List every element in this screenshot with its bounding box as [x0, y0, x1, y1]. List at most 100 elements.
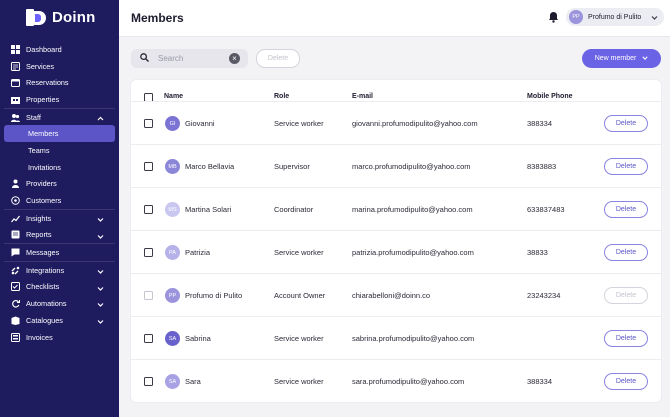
sidebar-item-dashboard[interactable]: Dashboard	[0, 41, 119, 58]
new-member-button[interactable]: New member	[582, 49, 661, 68]
sidebar-item-services[interactable]: Services	[0, 58, 119, 75]
row-checkbox[interactable]	[144, 334, 153, 343]
sidebar-item-staff[interactable]: Staff	[0, 109, 119, 126]
sidebar-item-insights[interactable]: Insights	[0, 210, 119, 227]
user-menu[interactable]: PP Profumo di Pulito	[566, 8, 664, 26]
chevron-down-icon	[651, 13, 658, 22]
chevron-down-icon	[97, 317, 104, 326]
member-role: Coordinator	[274, 205, 314, 214]
sidebar-item-messages[interactable]: Messages	[0, 244, 119, 261]
avatar: MS	[165, 202, 180, 217]
providers-icon	[11, 179, 20, 189]
row-divider	[131, 144, 661, 145]
doinn-logo[interactable]: Doinn	[26, 9, 96, 26]
row-checkbox[interactable]	[144, 162, 153, 171]
sidebar: Doinn Dashboard Services Reservations Pr…	[0, 0, 119, 417]
sidebar-item-catalogues[interactable]: Catalogues	[0, 312, 119, 329]
brand-name: Doinn	[52, 9, 96, 26]
chevron-up-icon	[97, 114, 104, 123]
sidebar-item-teams[interactable]: Teams	[0, 142, 119, 159]
member-name: Marco Bellavia	[185, 162, 235, 171]
column-header-name: Name	[164, 93, 184, 100]
calendar-icon	[11, 78, 20, 88]
messages-icon	[11, 248, 20, 257]
sidebar-item-integrations[interactable]: Integrations	[0, 262, 119, 279]
delete-member-button[interactable]: Delete	[604, 158, 648, 175]
row-divider	[131, 230, 661, 231]
sidebar-item-checklists[interactable]: Checklists	[0, 279, 119, 296]
chevron-down-icon	[97, 300, 104, 309]
sidebar-item-label: Properties	[26, 94, 60, 104]
member-email: chiarabelloni@doinn.co	[352, 291, 431, 300]
sidebar-item-label: Automations	[26, 299, 67, 309]
sidebar-item-label: Customers	[26, 196, 62, 206]
automations-icon	[11, 299, 20, 308]
sidebar-item-reports[interactable]: Reports	[0, 227, 119, 244]
row-checkbox[interactable]	[144, 205, 153, 214]
sidebar-item-invoices[interactable]: Invoices	[0, 329, 119, 346]
reports-icon	[11, 230, 20, 239]
integrations-icon	[11, 266, 20, 275]
delete-member-button[interactable]: Delete	[604, 201, 648, 218]
avatar: PP	[569, 10, 583, 24]
sidebar-item-customers[interactable]: Customers	[0, 192, 119, 209]
row-checkbox[interactable]	[144, 377, 153, 386]
search-box: ×	[131, 49, 248, 68]
dashboard-icon	[11, 44, 20, 54]
sidebar-item-label: Dashboard	[26, 44, 62, 54]
row-divider	[131, 187, 661, 188]
sidebar-item-invitations[interactable]: Invitations	[0, 159, 119, 176]
member-role: Account Owner	[274, 291, 326, 300]
bell-icon[interactable]	[548, 11, 559, 25]
avatar: MB	[165, 159, 180, 174]
sidebar-item-properties[interactable]: Properties	[0, 91, 119, 108]
column-header-phone: Mobile Phone	[527, 93, 573, 100]
catalogues-icon	[11, 316, 20, 325]
sidebar-item-label: Insights	[26, 213, 52, 223]
delete-member-button[interactable]: Delete	[604, 287, 648, 304]
checklists-icon	[11, 282, 20, 292]
clear-icon[interactable]: ×	[229, 53, 240, 64]
member-role: Service worker	[274, 334, 324, 343]
avatar: SA	[165, 374, 180, 389]
sidebar-item-reservations[interactable]: Reservations	[0, 74, 119, 91]
invoices-icon	[11, 332, 20, 342]
chevron-down-icon	[97, 284, 104, 293]
sidebar-item-automations[interactable]: Automations	[0, 295, 119, 312]
member-email: marina.profumodipulito@yahoo.com	[352, 205, 473, 214]
sidebar-item-label: Staff	[26, 112, 41, 122]
member-email: marco.profumodipulito@yahoo.com	[352, 162, 471, 171]
delete-member-button[interactable]: Delete	[604, 330, 648, 347]
sidebar-item-label: Catalogues	[26, 315, 63, 325]
search-input[interactable]	[158, 54, 218, 63]
doinn-logo-icon	[26, 9, 47, 26]
member-name: Profumo di Pulito	[185, 291, 243, 300]
bulk-delete-button[interactable]: Delete	[256, 49, 300, 68]
page-title: Members	[131, 11, 184, 25]
properties-icon	[11, 95, 20, 104]
chevron-down-icon	[97, 232, 104, 241]
avatar: PA	[165, 245, 180, 260]
delete-member-button[interactable]: Delete	[604, 244, 648, 261]
row-checkbox[interactable]	[144, 291, 153, 300]
delete-member-button[interactable]: Delete	[604, 115, 648, 132]
member-name: Sara	[185, 377, 201, 386]
sidebar-item-label: Reports	[26, 230, 52, 240]
row-divider	[131, 359, 661, 360]
sidebar-item-label: Services	[26, 61, 54, 71]
sidebar-item-members[interactable]: Members	[4, 125, 115, 143]
sidebar-item-label: Checklists	[26, 282, 60, 292]
delete-member-button[interactable]: Delete	[604, 373, 648, 390]
sidebar-item-label: Invitations	[28, 162, 61, 172]
row-divider	[131, 101, 661, 102]
row-checkbox[interactable]	[144, 119, 153, 128]
sidebar-item-label: Teams	[28, 145, 50, 155]
user-name: Profumo di Pulito	[588, 13, 642, 21]
member-phone: 38833	[527, 248, 548, 257]
row-checkbox[interactable]	[144, 248, 153, 257]
sidebar-item-label: Integrations	[26, 265, 65, 275]
member-phone: 8383883	[527, 162, 557, 171]
sidebar-item-providers[interactable]: Providers	[0, 176, 119, 193]
customers-icon	[11, 196, 20, 205]
chevron-down-icon	[97, 267, 104, 276]
